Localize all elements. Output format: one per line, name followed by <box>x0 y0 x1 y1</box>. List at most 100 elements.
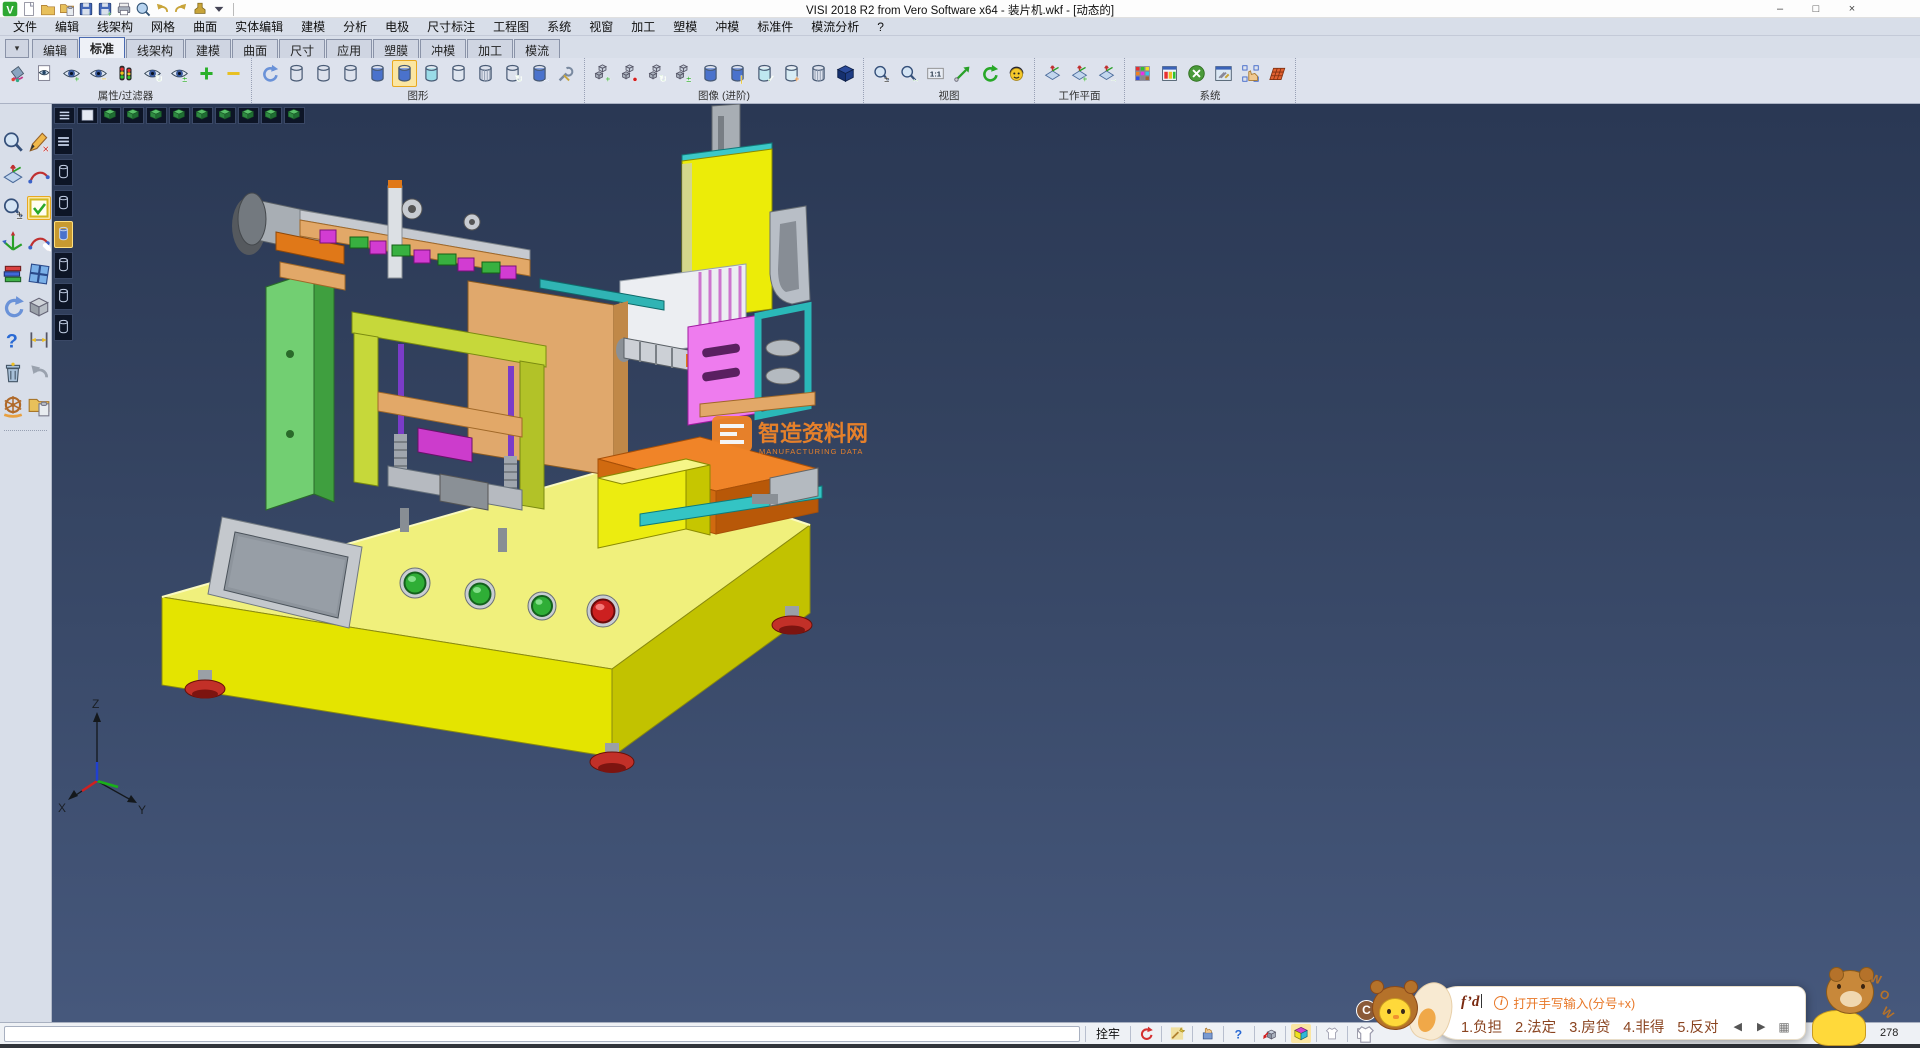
menu-item-3[interactable]: 网格 <box>142 17 184 36</box>
ime-next-button[interactable]: ▶ <box>1757 1020 1765 1033</box>
menu-item-10[interactable]: 工程图 <box>484 17 538 36</box>
advanced-refresh[interactable]: ↻ <box>644 60 669 87</box>
save-button[interactable] <box>78 1 94 17</box>
menu-item-17[interactable]: 模流分析 <box>802 17 868 36</box>
view-top[interactable] <box>123 107 144 124</box>
display-flat[interactable] <box>54 314 73 341</box>
3d-scene-canvas[interactable]: 智造资料网 MANUFACTURING DATA Z X Y <box>52 104 1920 1022</box>
ime-candidate-2[interactable]: 2.法定 <box>1515 1016 1556 1037</box>
ime-mascot-bear[interactable]: W O W <box>1806 970 1896 1048</box>
display-colors[interactable] <box>1157 60 1182 87</box>
view-front[interactable] <box>146 107 167 124</box>
attribute-copy-page[interactable] <box>32 60 57 87</box>
solid-wireframe[interactable] <box>806 60 831 87</box>
redraw[interactable] <box>257 60 282 87</box>
filter-show-add[interactable]: + <box>59 60 84 87</box>
ime-candidate-5[interactable]: 5.反对 <box>1677 1016 1718 1037</box>
spline-edit[interactable]: ✎ <box>27 229 51 253</box>
workplane-create[interactable] <box>1040 60 1065 87</box>
wireframe-view[interactable] <box>284 60 309 87</box>
transparent-view[interactable] <box>419 60 444 87</box>
maximize-button[interactable]: □ <box>1798 0 1834 17</box>
menu-item-14[interactable]: 塑模 <box>664 17 706 36</box>
system-options[interactable] <box>1184 60 1209 87</box>
undo-button[interactable] <box>154 1 170 17</box>
selection-filter-traffic[interactable] <box>113 60 138 87</box>
menu-item-9[interactable]: 尺寸标注 <box>418 17 484 36</box>
redo-button[interactable] <box>173 1 189 17</box>
layers-attributes[interactable] <box>1 262 25 286</box>
save-as-button[interactable]: + <box>97 1 113 17</box>
menu-item-12[interactable]: 视窗 <box>580 17 622 36</box>
ime-panel-button[interactable]: ▦ <box>1778 1020 1789 1034</box>
ime-composition[interactable]: f’d <box>1461 994 1482 1011</box>
ime-popup[interactable]: f’d i 打开手写输入(分号+x) 1.负担2.法定3.房贷4.非得5.反对◀… <box>1432 986 1806 1040</box>
status-refresh[interactable] <box>1136 1024 1156 1043</box>
refresh-view[interactable] <box>977 60 1002 87</box>
display-wireframe[interactable] <box>54 159 73 186</box>
zoom-selected[interactable] <box>950 60 975 87</box>
display-shaded[interactable] <box>54 221 73 248</box>
ime-candidate-4[interactable]: 4.非得 <box>1623 1016 1664 1037</box>
solid-cube[interactable] <box>27 295 51 319</box>
visi-logo[interactable]: V <box>2 1 18 17</box>
flat-shaded-view[interactable] <box>446 60 471 87</box>
view-dynamic-rotate[interactable] <box>284 107 305 124</box>
confirm-selection-check[interactable] <box>27 196 51 220</box>
view-iso-rear[interactable] <box>261 107 282 124</box>
import-file-button[interactable] <box>59 1 75 17</box>
display-transparent[interactable] <box>54 283 73 310</box>
status-export-cube[interactable] <box>1260 1024 1280 1043</box>
viewport-menu[interactable] <box>54 107 75 124</box>
viewport-display-menu[interactable] <box>54 128 73 155</box>
color-table[interactable] <box>1130 60 1155 87</box>
menu-item-13[interactable]: 加工 <box>622 17 664 36</box>
solid-validate[interactable]: ✓ <box>752 60 777 87</box>
toolbar-tab-0[interactable]: 编辑 <box>32 39 78 58</box>
solid-tag[interactable]: + <box>779 60 804 87</box>
view-back[interactable] <box>215 107 236 124</box>
attribute-painter[interactable] <box>5 60 30 87</box>
status-magic-wand[interactable] <box>1167 1024 1187 1043</box>
toolbar-tab-1[interactable]: 标准 <box>79 37 125 58</box>
shaded-edges-view[interactable] <box>392 60 417 87</box>
tab-dropdown-button[interactable]: ▾ <box>5 39 29 58</box>
ime-hint[interactable]: i 打开手写输入(分号+x) <box>1494 993 1635 1012</box>
window-configuration[interactable] <box>1211 60 1236 87</box>
zoom-select[interactable] <box>1 130 25 154</box>
graphics-settings[interactable] <box>554 60 579 87</box>
print-button[interactable] <box>116 1 132 17</box>
view-bottom[interactable] <box>238 107 259 124</box>
hatched-view[interactable] <box>473 60 498 87</box>
convert-display[interactable]: → <box>527 60 552 87</box>
menu-item-4[interactable]: 曲面 <box>184 17 226 36</box>
status-help[interactable]: ? <box>1229 1024 1249 1043</box>
solid-cube-view[interactable] <box>833 60 858 87</box>
shaded-view[interactable] <box>365 60 390 87</box>
filter-plus-minus[interactable]: ± <box>167 60 192 87</box>
minimize-button[interactable]: – <box>1762 0 1798 17</box>
zoom-solid[interactable]: ± <box>1 196 25 220</box>
lock-label[interactable]: 拴牢 <box>1091 1025 1125 1042</box>
hidden-line-view[interactable] <box>311 60 336 87</box>
selection-mode[interactable] <box>1238 60 1263 87</box>
stamp-button[interactable] <box>192 1 208 17</box>
ucs-axis[interactable] <box>1 229 25 253</box>
measure-distance[interactable] <box>27 328 51 352</box>
refresh-redraw[interactable] <box>1 295 25 319</box>
menu-item-11[interactable]: 系统 <box>538 17 580 36</box>
navigation-wheel[interactable] <box>1 394 25 418</box>
view-plane-toggle[interactable] <box>77 107 98 124</box>
menu-item-1[interactable]: 编辑 <box>46 17 88 36</box>
toolbar-tab-8[interactable]: 冲模 <box>420 39 466 58</box>
surface-select-plane[interactable] <box>1 163 25 187</box>
toolbar-tab-5[interactable]: 尺寸 <box>279 39 325 58</box>
3d-viewport[interactable]: 智造资料网 MANUFACTURING DATA Z X Y <box>52 104 1920 1022</box>
preview-button[interactable] <box>135 1 151 17</box>
window-panes[interactable] <box>27 262 51 286</box>
delete-sketch-pencil[interactable]: × <box>27 130 51 154</box>
toolbar-tab-3[interactable]: 建模 <box>185 39 231 58</box>
menu-item-2[interactable]: 线架构 <box>88 17 142 36</box>
status-shirt[interactable] <box>1322 1024 1342 1043</box>
toolbar-tab-4[interactable]: 曲面 <box>232 39 278 58</box>
